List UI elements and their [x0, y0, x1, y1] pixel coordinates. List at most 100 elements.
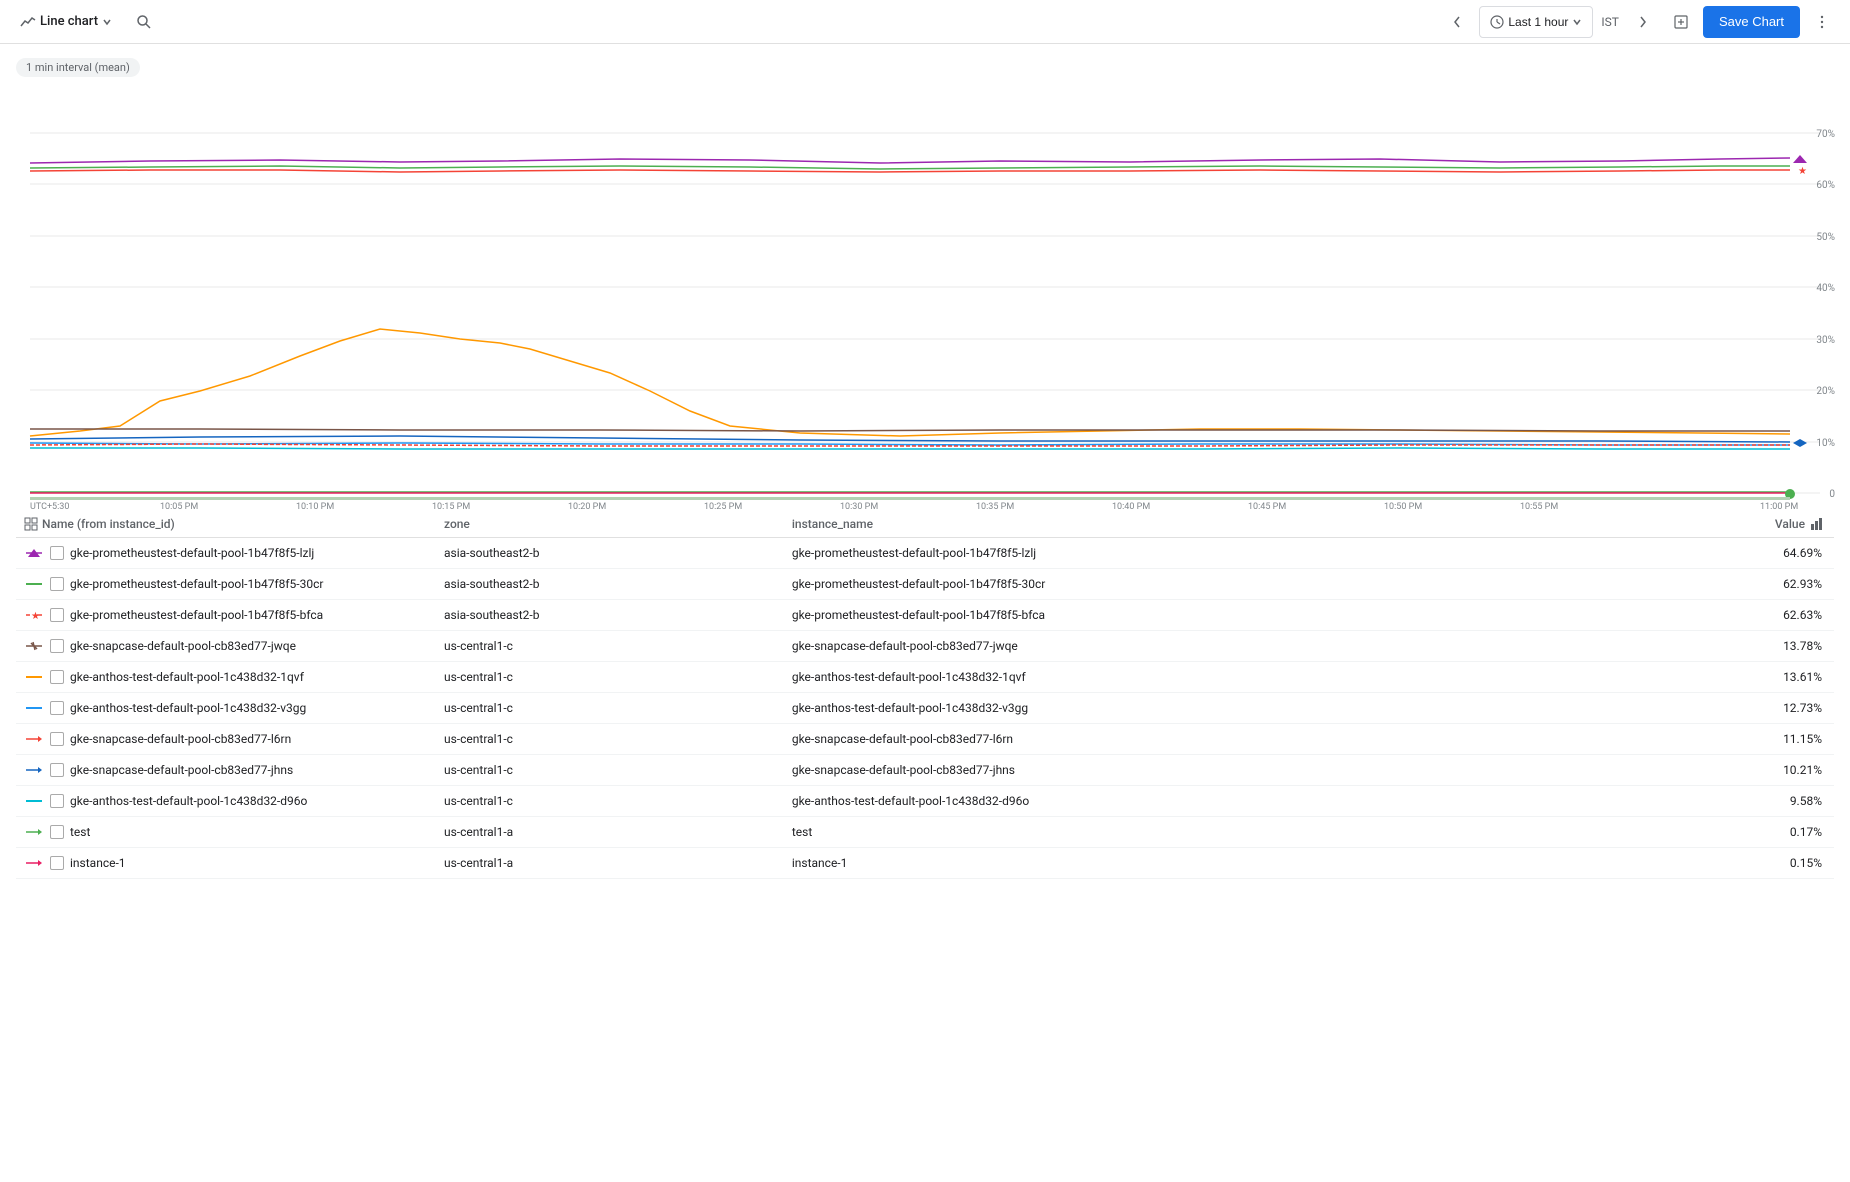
time-range-button[interactable]: Last 1 hour: [1479, 6, 1593, 38]
instance-cell: gke-snapcase-default-pool-cb83ed77-jhns: [784, 755, 1625, 786]
value-cell: 0.15%: [1625, 848, 1834, 879]
table-row: gke-prometheustest-default-pool-1b47f8f5…: [16, 569, 1834, 600]
legend-table: Name (from instance_id) zone instance_na…: [16, 511, 1834, 879]
row-name: test: [70, 825, 90, 839]
svg-text:10:10 PM: 10:10 PM: [296, 502, 334, 511]
name-cell: ★ gke-prometheustest-default-pool-1b47f8…: [16, 600, 436, 631]
value-cell: 10.21%: [1625, 755, 1834, 786]
row-checkbox[interactable]: [50, 763, 64, 777]
zone-cell: us-central1-c: [436, 662, 784, 693]
instance-cell: test: [784, 817, 1625, 848]
value-cell: 0.17%: [1625, 817, 1834, 848]
zone-cell: asia-southeast2-b: [436, 600, 784, 631]
save-chart-button[interactable]: Save Chart: [1703, 6, 1800, 38]
name-cell: gke-snapcase-default-pool-cb83ed77-jwqe: [16, 631, 436, 662]
interval-badge: 1 min interval (mean): [16, 58, 140, 77]
zone-cell: us-central1-c: [436, 693, 784, 724]
svg-text:30%: 30%: [1816, 335, 1835, 346]
instance-cell: gke-anthos-test-default-pool-1c438d32-1q…: [784, 662, 1625, 693]
more-options-button[interactable]: [1806, 6, 1838, 38]
next-button[interactable]: [1627, 6, 1659, 38]
instance-cell: gke-prometheustest-default-pool-1b47f8f5…: [784, 569, 1625, 600]
svg-text:10:35 PM: 10:35 PM: [976, 502, 1014, 511]
col-header-name: Name (from instance_id): [16, 511, 436, 538]
value-cell: 62.63%: [1625, 600, 1834, 631]
row-name: gke-prometheustest-default-pool-1b47f8f5…: [70, 546, 314, 560]
table-row: gke-anthos-test-default-pool-1c438d32-v3…: [16, 693, 1834, 724]
row-checkbox[interactable]: [50, 825, 64, 839]
interval-badge-text: 1 min interval (mean): [26, 61, 130, 74]
series-icon: [24, 793, 44, 809]
chart-type-dropdown[interactable]: Line chart: [12, 10, 120, 34]
line-chart-svg: 70% 60% 50% 40% 30% 20% 10% 0 ★: [0, 81, 1850, 511]
row-checkbox[interactable]: [50, 577, 64, 591]
zone-cell: us-central1-c: [436, 755, 784, 786]
series-icon: [24, 669, 44, 685]
row-checkbox[interactable]: [50, 732, 64, 746]
col-header-value: Value: [1625, 511, 1834, 538]
dropdown-arrow-icon: [1572, 17, 1582, 27]
instance-cell: instance-1: [784, 848, 1625, 879]
svg-text:10:25 PM: 10:25 PM: [704, 502, 742, 511]
row-name: instance-1: [70, 856, 126, 870]
svg-text:11:00 PM: 11:00 PM: [1760, 502, 1798, 511]
svg-text:40%: 40%: [1816, 283, 1835, 294]
svg-text:10:50 PM: 10:50 PM: [1384, 502, 1422, 511]
value-cell: 64.69%: [1625, 538, 1834, 569]
series-icon: [24, 700, 44, 716]
svg-text:10:15 PM: 10:15 PM: [432, 502, 470, 511]
svg-text:★: ★: [1798, 166, 1807, 177]
zoom-icon: [1673, 14, 1689, 30]
name-cell: gke-anthos-test-default-pool-1c438d32-v3…: [16, 693, 436, 724]
row-checkbox[interactable]: [50, 701, 64, 715]
instance-cell: gke-snapcase-default-pool-cb83ed77-l6rn: [784, 724, 1625, 755]
svg-text:10:55 PM: 10:55 PM: [1520, 502, 1558, 511]
row-checkbox[interactable]: [50, 670, 64, 684]
chevron-down-icon: [102, 17, 112, 27]
row-checkbox[interactable]: [50, 546, 64, 560]
row-name: gke-anthos-test-default-pool-1c438d32-v3…: [70, 701, 306, 715]
table-row: gke-anthos-test-default-pool-1c438d32-1q…: [16, 662, 1834, 693]
row-checkbox[interactable]: [50, 794, 64, 808]
series-icon: [24, 824, 44, 840]
col-header-instance: instance_name: [784, 511, 1625, 538]
chart-area: 1 min interval (mean) 70% 60% 50% 40% 30…: [0, 44, 1850, 879]
zone-cell: us-central1-c: [436, 724, 784, 755]
header-right: Last 1 hour IST Save Chart: [1441, 6, 1838, 38]
svg-text:10%: 10%: [1816, 438, 1835, 449]
series-icon: [24, 731, 44, 747]
table-row: gke-snapcase-default-pool-cb83ed77-jhns …: [16, 755, 1834, 786]
value-cell: 9.58%: [1625, 786, 1834, 817]
time-range-label: Last 1 hour: [1508, 15, 1568, 29]
row-checkbox[interactable]: [50, 639, 64, 653]
search-button[interactable]: [128, 6, 160, 38]
name-cell: gke-snapcase-default-pool-cb83ed77-l6rn: [16, 724, 436, 755]
more-vert-icon: [1814, 14, 1830, 30]
svg-text:10:45 PM: 10:45 PM: [1248, 502, 1286, 511]
series-icon: [24, 576, 44, 592]
name-cell: gke-prometheustest-default-pool-1b47f8f5…: [16, 538, 436, 569]
chevron-right-icon: [1635, 14, 1651, 30]
instance-cell: gke-prometheustest-default-pool-1b47f8f5…: [784, 600, 1625, 631]
prev-button[interactable]: [1441, 6, 1473, 38]
row-name: gke-snapcase-default-pool-cb83ed77-jhns: [70, 763, 293, 777]
zoom-button[interactable]: [1665, 6, 1697, 38]
svg-text:10:05 PM: 10:05 PM: [160, 502, 198, 511]
series-icon: [24, 638, 44, 654]
header-left: Line chart: [12, 6, 160, 38]
chart-svg-wrapper: 70% 60% 50% 40% 30% 20% 10% 0 ★: [0, 81, 1850, 511]
timezone-label: IST: [1599, 15, 1621, 29]
legend-section: Name (from instance_id) zone instance_na…: [0, 511, 1850, 879]
table-row: gke-snapcase-default-pool-cb83ed77-jwqe …: [16, 631, 1834, 662]
svg-text:60%: 60%: [1816, 180, 1835, 191]
row-checkbox[interactable]: [50, 856, 64, 870]
svg-text:0: 0: [1829, 489, 1835, 500]
name-cell: instance-1: [16, 848, 436, 879]
zone-cell: us-central1-c: [436, 631, 784, 662]
row-checkbox[interactable]: [50, 608, 64, 622]
svg-text:10:20 PM: 10:20 PM: [568, 502, 606, 511]
svg-text:70%: 70%: [1816, 129, 1835, 140]
row-name: gke-prometheustest-default-pool-1b47f8f5…: [70, 608, 323, 622]
series-icon: [24, 762, 44, 778]
line-chart-icon: [20, 14, 36, 30]
